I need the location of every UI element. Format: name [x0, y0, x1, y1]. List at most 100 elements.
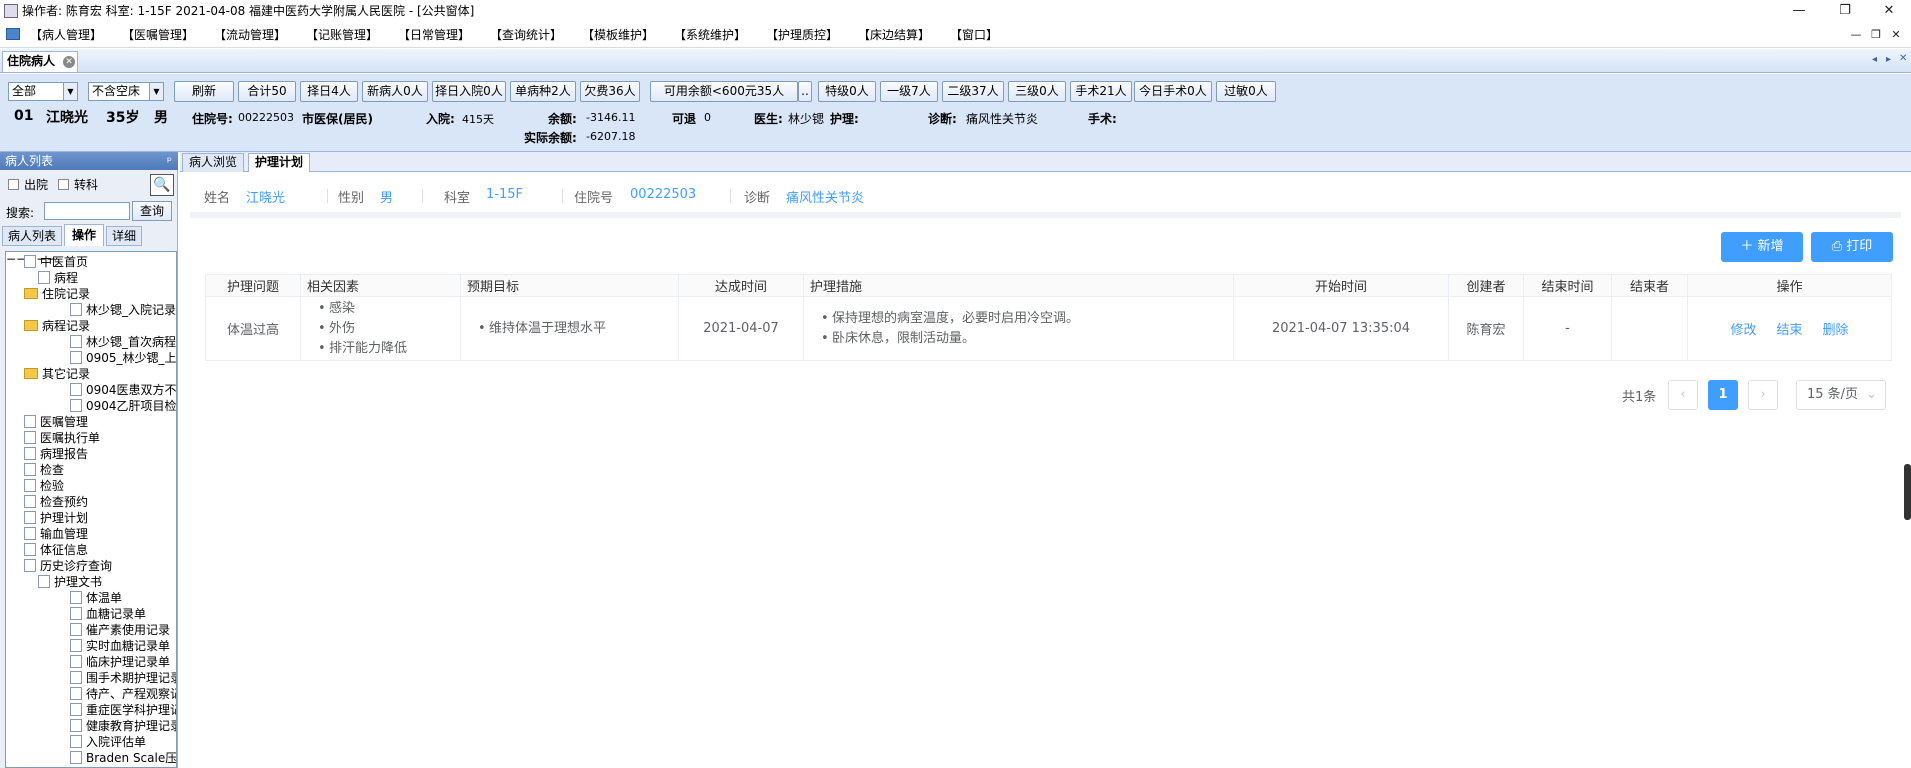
tree-node[interactable]: 健康教育护理记录单: [70, 718, 176, 734]
tree-node[interactable]: 体征信息: [24, 542, 88, 558]
mdi-close-button[interactable]: ✕: [1886, 24, 1906, 46]
side-scroll-handle[interactable]: [1904, 464, 1911, 520]
menu-nursing-qc[interactable]: 【护理质控】: [766, 26, 838, 44]
tree-node[interactable]: 住院记录: [24, 286, 90, 302]
tree-node[interactable]: 医嘱管理: [24, 414, 88, 430]
tab-scroll-left-icon[interactable]: ◂: [1872, 54, 1877, 65]
special-level-button[interactable]: 特级0人: [818, 81, 876, 102]
menu-daily[interactable]: 【日常管理】: [398, 26, 470, 44]
menu-system[interactable]: 【系统维护】: [674, 26, 746, 44]
tab-operations[interactable]: 操作: [64, 224, 104, 246]
tree-node[interactable]: 病理报告: [24, 446, 88, 462]
search-input[interactable]: [44, 202, 130, 220]
discharged-label: 出院: [24, 178, 49, 192]
menu-billing[interactable]: 【记账管理】: [306, 26, 378, 44]
new-patient-button[interactable]: 新病人0人: [362, 81, 428, 102]
menu-window[interactable]: 【窗口】: [950, 26, 998, 44]
close-tab-icon[interactable]: ✕: [63, 56, 75, 68]
minimize-button[interactable]: —: [1776, 0, 1822, 22]
low-balance-button[interactable]: 可用余额<600元35人: [650, 81, 798, 102]
tab-patient-list[interactable]: 病人列表: [2, 226, 62, 246]
allergy-button[interactable]: 过敏0人: [1216, 81, 1276, 102]
tree-node[interactable]: 检查: [24, 462, 64, 478]
tree-node[interactable]: 其它记录: [24, 366, 90, 382]
scheduled-admit-button[interactable]: 择日入院0人: [432, 81, 506, 102]
page-1-button[interactable]: 1: [1708, 380, 1738, 410]
menu-bedside[interactable]: 【床边结算】: [858, 26, 930, 44]
add-button[interactable]: ＋ 新增: [1721, 232, 1803, 262]
page-size-select[interactable]: 15 条/页 ⌄: [1796, 380, 1886, 410]
more-button[interactable]: ..: [798, 81, 812, 102]
tree-node[interactable]: 护理文书: [38, 574, 102, 590]
tab-patient-browse[interactable]: 病人浏览: [182, 153, 245, 172]
finish-link[interactable]: 结束: [1776, 323, 1802, 338]
delete-link[interactable]: 删除: [1823, 323, 1849, 338]
scope-select[interactable]: 全部 ▼: [8, 82, 78, 101]
arrears-button[interactable]: 欠费36人: [580, 81, 640, 102]
level-2-button[interactable]: 二级37人: [942, 81, 1004, 102]
discharged-checkbox[interactable]: [8, 179, 19, 190]
single-disease-button[interactable]: 单病种2人: [510, 81, 576, 102]
tree-node[interactable]: 催产素使用记录: [70, 622, 170, 638]
tree-node[interactable]: 0904乙肝项目检测: [70, 398, 176, 414]
transfer-checkbox[interactable]: [58, 179, 69, 190]
tree-node[interactable]: 0905_林少锶_上级: [70, 350, 176, 366]
tree-node[interactable]: 病程记录: [24, 318, 90, 334]
tree-node[interactable]: 入院评估单: [70, 734, 146, 750]
tree-node[interactable]: 重症医学科护理记录: [70, 702, 176, 718]
tree-node[interactable]: 0904医患双方不认: [70, 382, 176, 398]
edit-link[interactable]: 修改: [1730, 323, 1756, 338]
tree-node[interactable]: 护理计划: [24, 510, 88, 526]
tree-node[interactable]: 林少锶_首次病程: [70, 334, 176, 350]
tree-node[interactable]: 林少锶_入院记录: [70, 302, 176, 318]
tree-node[interactable]: 历史诊疗查询: [24, 558, 112, 574]
tree-node[interactable]: 临床护理记录单: [70, 654, 170, 670]
tree-node[interactable]: 输血管理: [24, 526, 88, 542]
restore-button[interactable]: ❐: [1822, 0, 1868, 22]
mdi-minimize-button[interactable]: —: [1846, 24, 1866, 46]
tree-node[interactable]: 检验: [24, 478, 64, 494]
tree-node[interactable]: 病程: [38, 270, 78, 286]
level-1-button[interactable]: 一级7人: [880, 81, 938, 102]
refresh-button[interactable]: 刷新: [174, 81, 234, 102]
mdi-restore-button[interactable]: ❐: [1866, 24, 1886, 46]
tree-node[interactable]: 围手术期护理记录单: [70, 670, 176, 686]
folder-icon: [24, 320, 38, 331]
tab-close-all-icon[interactable]: ✕: [1899, 53, 1907, 64]
total-button[interactable]: 合计50: [238, 81, 296, 102]
tab-details[interactable]: 详细: [106, 226, 142, 246]
next-page-button[interactable]: ›: [1748, 380, 1778, 410]
print-button[interactable]: ⎙ 打印: [1811, 232, 1893, 262]
tree-node[interactable]: 体温单: [70, 590, 122, 606]
tree-node[interactable]: 实时血糖记录单: [70, 638, 170, 654]
collapse-icon[interactable]: −: [6, 252, 16, 266]
tab-nursing-plan[interactable]: 护理计划: [248, 153, 311, 172]
level-3-button[interactable]: 三级0人: [1008, 81, 1066, 102]
tree-node[interactable]: 中医首页: [24, 254, 88, 270]
tree-node[interactable]: 待产、产程观察记录: [70, 686, 176, 702]
menu-patient[interactable]: 【病人管理】: [30, 26, 102, 44]
folder-icon: [24, 368, 38, 379]
tab-scroll-right-icon[interactable]: ▸: [1886, 54, 1891, 65]
surgery-button[interactable]: 手术21人: [1070, 81, 1132, 102]
close-button[interactable]: ✕: [1866, 0, 1911, 22]
search-icon[interactable]: 🔍: [150, 174, 174, 196]
prev-page-button[interactable]: ‹: [1668, 380, 1698, 410]
bed-filter-select[interactable]: 不含空床 ▼: [88, 82, 164, 101]
pin-icon[interactable]: ᵖ: [167, 152, 172, 170]
menu-flow[interactable]: 【流动管理】: [214, 26, 286, 44]
admit-label: 入院:: [426, 112, 455, 126]
menu-query[interactable]: 【查询统计】: [490, 26, 562, 44]
today-surgery-button[interactable]: 今日手术0人: [1134, 81, 1212, 102]
tab-inpatient[interactable]: 住院病人 ✕: [2, 51, 78, 72]
tree-node[interactable]: 医嘱执行单: [24, 430, 100, 446]
menu-orders[interactable]: 【医嘱管理】: [122, 26, 194, 44]
tree-node[interactable]: 检查预约: [24, 494, 88, 510]
query-button[interactable]: 查询: [132, 201, 172, 221]
menu-template[interactable]: 【模板维护】: [582, 26, 654, 44]
document-icon: [24, 559, 36, 572]
scheduled-button[interactable]: 择日4人: [300, 81, 358, 102]
document-icon: [24, 495, 36, 508]
tree-node[interactable]: 血糖记录单: [70, 606, 146, 622]
tree-node[interactable]: Braden Scale压疮危: [70, 750, 176, 766]
